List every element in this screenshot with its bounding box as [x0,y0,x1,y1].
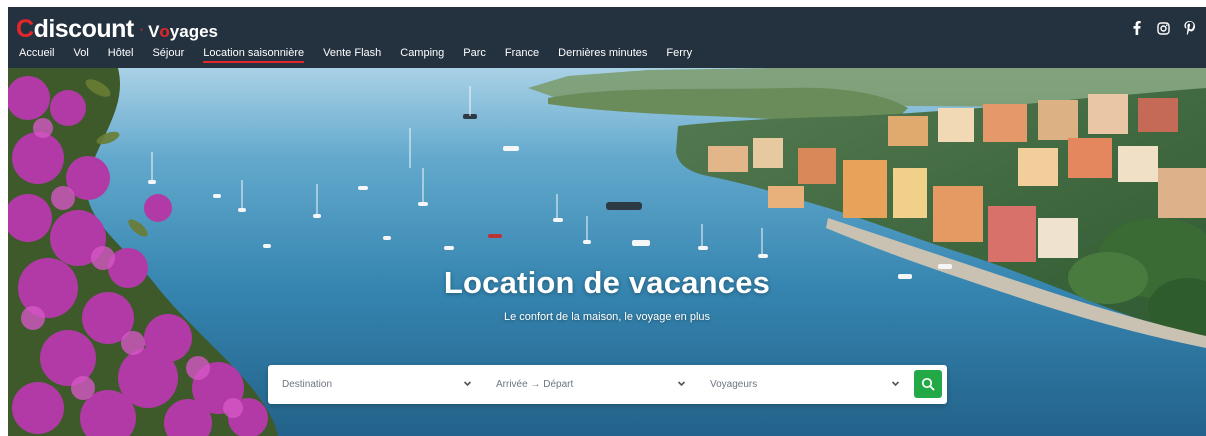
search-icon [921,377,935,391]
hero-title: Location de vacances [443,265,771,300]
logo-v: V [148,22,160,41]
pinterest-icon[interactable] [1182,21,1196,35]
cdiscount-voyages-logo[interactable]: Cdiscount · Vo yages [16,15,218,44]
main-nav: Accueil Vol Hôtel Séjour Location saison… [19,47,711,63]
instagram-icon[interactable] [1156,21,1170,35]
site-header: Cdiscount · Vo yages Accueil Vol Hôtel Séjo… [8,7,1206,68]
destination-placeholder: Destination [282,379,333,390]
page-frame: Cdiscount · Vo yages Accueil Vol Hôtel Séjo… [8,7,1206,436]
destination-field[interactable]: Destination [282,365,472,404]
logo-dot: · [138,21,145,38]
travelers-placeholder: Voyageurs [710,379,758,390]
chevron-down-icon [677,381,686,387]
hero-banner: Location de vacances Le confort de la ma… [8,68,1206,436]
chevron-down-icon [463,381,472,387]
nav-item-camping[interactable]: Camping [400,47,444,62]
facebook-icon[interactable] [1130,21,1144,35]
logo-brand: discount [33,15,135,43]
nav-item-ferry[interactable]: Ferry [666,47,692,62]
travelers-field[interactable]: Voyageurs [710,365,900,404]
logo-o: o [159,22,170,41]
hero-subtitle: Le confort de la maison, le voyage en pl… [503,311,711,323]
search-bar: Destination Arrivée → Départ Voyageurs [268,365,947,404]
nav-item-vol[interactable]: Vol [73,47,88,62]
social-links [1130,21,1196,35]
nav-item-parc[interactable]: Parc [463,47,486,62]
nav-item-vente-flash[interactable]: Vente Flash [323,47,381,62]
nav-item-accueil[interactable]: Accueil [19,47,54,62]
chevron-down-icon [891,381,900,387]
dates-placeholder: Arrivée → Départ [496,379,574,390]
nav-item-france[interactable]: France [505,47,539,62]
nav-item-location-saisonniere[interactable]: Location saisonnière [203,47,304,63]
logo-rest: yages [169,22,218,41]
logo-c: C [16,15,34,43]
nav-item-hotel[interactable]: Hôtel [108,47,134,62]
nav-item-dernieres-minutes[interactable]: Dernières minutes [558,47,647,62]
search-button[interactable] [914,370,942,398]
dates-field[interactable]: Arrivée → Départ [496,365,686,404]
nav-item-sejour[interactable]: Séjour [152,47,184,62]
